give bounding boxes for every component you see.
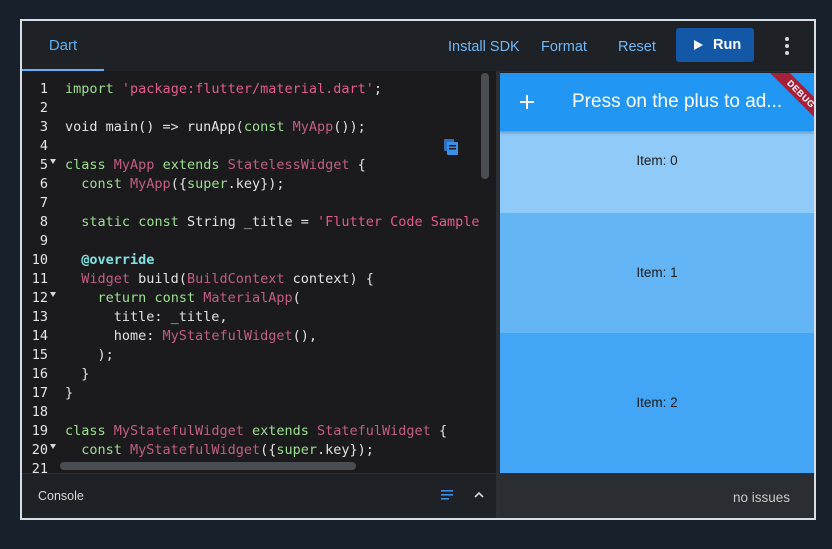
code-line[interactable]: } [65, 384, 495, 403]
line-number: 15 [31, 347, 48, 363]
console-panel: Console [22, 473, 496, 518]
code-line[interactable]: @override [65, 251, 495, 270]
more-menu-icon[interactable] [778, 36, 796, 56]
console-label: Console [38, 489, 84, 503]
copy-icon[interactable] [443, 138, 459, 156]
code-line[interactable] [65, 403, 495, 422]
code-line[interactable]: Widget build(BuildContext context) { [65, 270, 495, 289]
vertical-scrollbar[interactable] [481, 73, 489, 179]
line-number: 5 [39, 157, 48, 173]
install-sdk-button[interactable]: Install SDK [448, 21, 520, 71]
code-line[interactable]: const MyApp({super.key}); [65, 175, 495, 194]
code-text[interactable]: import 'package:flutter/material.dart'; v… [65, 80, 495, 473]
run-button[interactable]: Run [676, 28, 754, 62]
code-line[interactable]: import 'package:flutter/material.dart'; [65, 80, 495, 99]
line-number: 7 [39, 195, 48, 211]
line-number: 17 [31, 385, 48, 401]
code-line[interactable] [65, 232, 495, 251]
code-line[interactable]: } [65, 365, 495, 384]
list-item[interactable]: Item: 0 [500, 131, 814, 213]
line-number: 14 [31, 328, 48, 344]
fold-arrow-icon[interactable] [50, 444, 56, 449]
line-number: 10 [31, 252, 48, 268]
list-item-label: Item: 1 [636, 265, 678, 280]
code-line[interactable]: ); [65, 346, 495, 365]
status-bar: no issues [500, 473, 814, 518]
line-number: 20 [31, 442, 48, 458]
code-editor[interactable]: 1 2 3 4 5 6 7 8 9 10 11 12 13 14 15 16 1… [22, 71, 496, 473]
clear-console-icon[interactable] [441, 490, 453, 500]
fold-arrow-icon[interactable] [50, 292, 56, 297]
code-line[interactable] [65, 99, 495, 118]
plus-icon[interactable] [520, 95, 534, 109]
run-button-label: Run [713, 37, 742, 53]
play-icon [694, 40, 703, 50]
line-number: 19 [31, 423, 48, 439]
line-number: 11 [31, 271, 48, 287]
code-line[interactable] [65, 194, 495, 213]
toolbar: Dart Install SDK Format Reset Run [22, 21, 814, 72]
line-number: 16 [31, 366, 48, 382]
line-number: 18 [31, 404, 48, 420]
app-bar-title: Press on the plus to ad... [572, 91, 783, 112]
code-line[interactable]: class MyApp extends StatelessWidget { [65, 156, 495, 175]
line-number: 3 [39, 119, 48, 135]
list-item[interactable]: Item: 2 [500, 333, 814, 473]
tab-dart[interactable]: Dart [22, 21, 104, 71]
line-number: 12 [31, 290, 48, 306]
app-preview: Item: 0 Item: 1 Item: 2 Press on the plu… [500, 73, 814, 473]
line-number: 1 [39, 81, 48, 97]
dartpad-window: Dart Install SDK Format Reset Run 1 2 3 … [20, 19, 816, 520]
app-bar: Press on the plus to ad... [500, 73, 814, 131]
fold-arrow-icon[interactable] [50, 159, 56, 164]
reset-button[interactable]: Reset [618, 21, 656, 71]
list-item-label: Item: 0 [636, 153, 678, 168]
code-line[interactable]: home: MyStatefulWidget(), [65, 327, 495, 346]
chevron-up-icon[interactable] [473, 490, 485, 500]
line-number: 21 [31, 461, 48, 473]
code-line[interactable]: title: _title, [65, 308, 495, 327]
line-number: 13 [31, 309, 48, 325]
line-number: 6 [39, 176, 48, 192]
code-line[interactable] [65, 137, 495, 156]
horizontal-scrollbar[interactable] [60, 462, 356, 470]
line-number: 9 [39, 233, 48, 249]
code-line[interactable]: const MyStatefulWidget({super.key}); [65, 441, 495, 460]
line-number: 8 [39, 214, 48, 230]
format-button[interactable]: Format [541, 21, 587, 71]
code-line[interactable]: class MyStatefulWidget extends StatefulW… [65, 422, 495, 441]
line-number: 2 [39, 100, 48, 116]
issues-status: no issues [732, 490, 790, 505]
list-item-label: Item: 2 [636, 395, 678, 410]
line-gutter: 1 2 3 4 5 6 7 8 9 10 11 12 13 14 15 16 1… [22, 80, 48, 473]
code-line[interactable]: void main() => runApp(const MyApp()); [65, 118, 495, 137]
code-line[interactable]: static const String _title = 'Flutter Co… [65, 213, 495, 232]
list-item[interactable]: Item: 1 [500, 213, 814, 333]
line-number: 4 [39, 138, 48, 154]
code-line[interactable]: return const MaterialApp( [65, 289, 495, 308]
